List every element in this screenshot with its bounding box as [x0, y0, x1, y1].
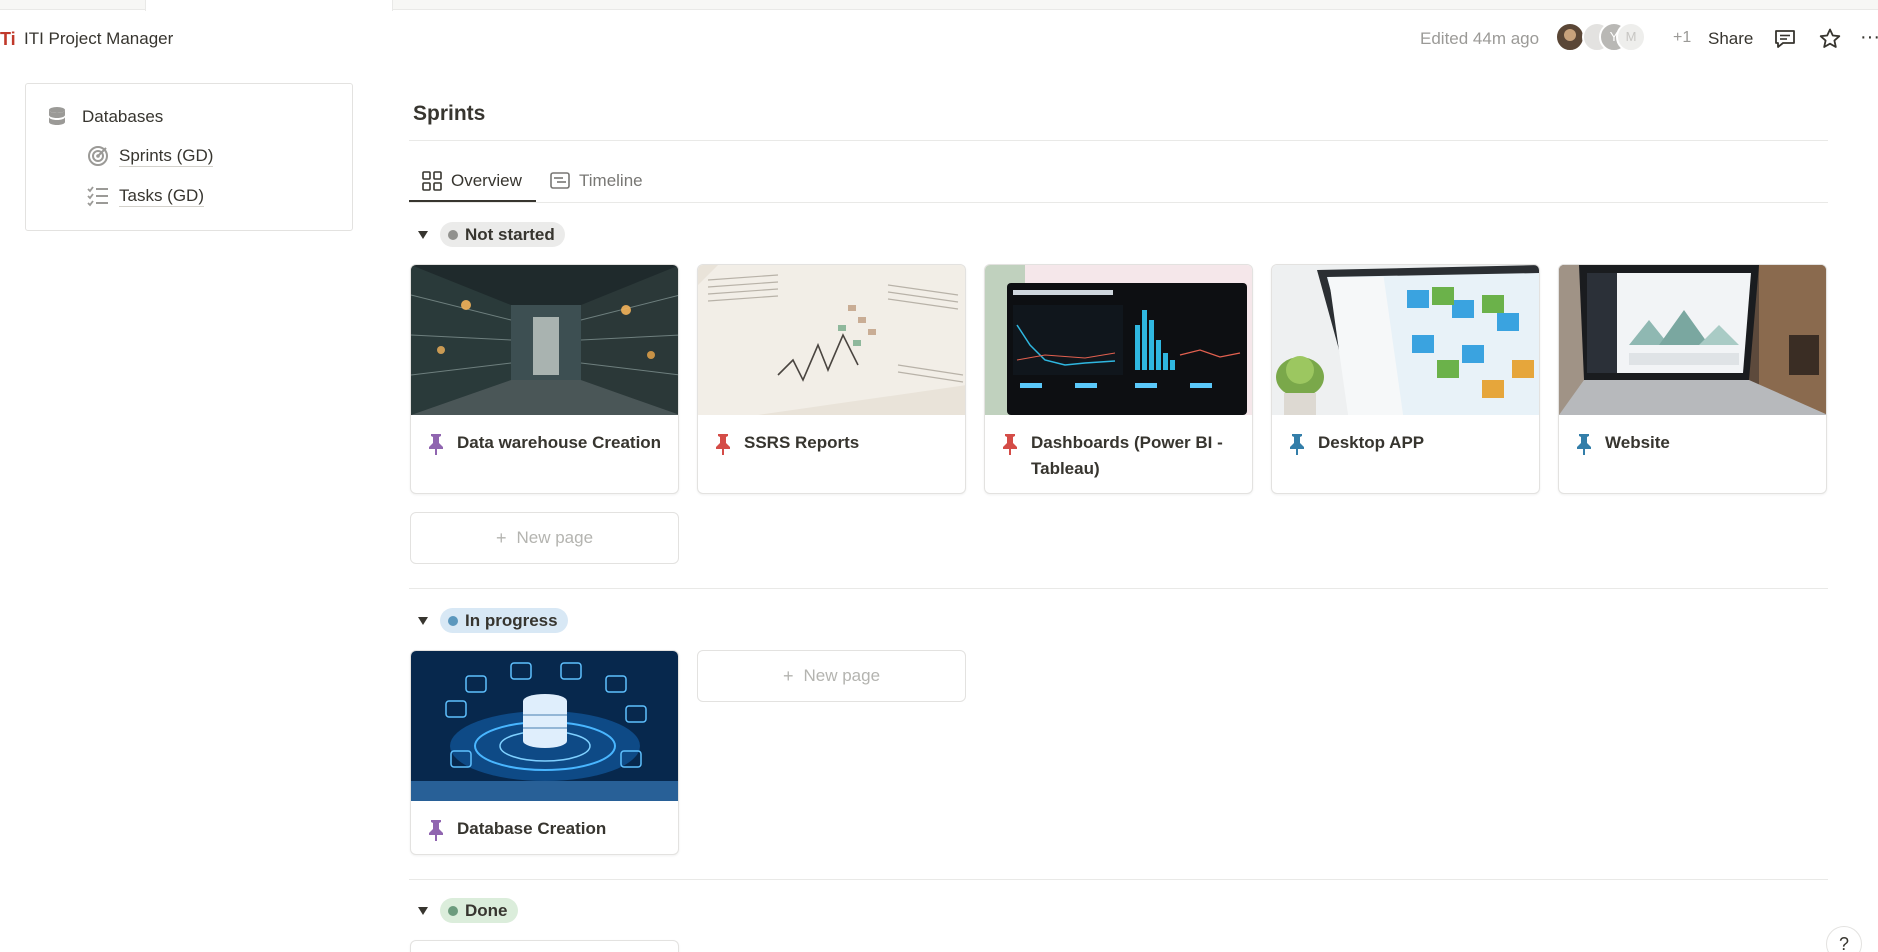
card-website[interactable]: Website: [1558, 264, 1827, 494]
divider: [409, 588, 1828, 589]
tab-timeline[interactable]: Timeline: [549, 160, 643, 202]
card-cover-image: [1272, 265, 1539, 415]
plus-icon: +: [782, 665, 794, 686]
star-icon[interactable]: [1817, 26, 1843, 52]
card-ssrs-reports[interactable]: SSRS Reports: [697, 264, 966, 494]
card-title-text: Desktop APP: [1318, 433, 1425, 452]
pushpin-icon: [1577, 434, 1591, 455]
pushpin-icon: [1290, 434, 1304, 455]
pushpin-icon: [716, 434, 730, 455]
status-label: Done: [465, 900, 508, 920]
avatar[interactable]: M: [1616, 22, 1646, 52]
card-data-warehouse-creation[interactable]: Data warehouse Creation: [410, 264, 679, 494]
new-page-button[interactable]: + New page: [410, 512, 679, 564]
card-title-text: Database Creation: [457, 819, 607, 838]
card-cover-image: [411, 265, 678, 415]
card-done-partial[interactable]: [410, 940, 679, 952]
group-header-done[interactable]: Done: [416, 898, 518, 923]
card-title: Website: [1559, 415, 1826, 468]
timeline-icon: [550, 172, 570, 189]
card-title: Database Creation: [411, 801, 678, 854]
help-button[interactable]: ?: [1826, 926, 1862, 952]
gallery-icon: [422, 171, 442, 191]
checklist-icon: [87, 186, 108, 207]
extra-collaborators-count[interactable]: +1: [1673, 29, 1691, 47]
new-page-button[interactable]: + New page: [697, 650, 966, 702]
card-title: Dashboards (Power BI - Tableau): [985, 415, 1252, 493]
group-header-in-progress[interactable]: In progress: [416, 608, 568, 633]
card-title-text: SSRS Reports: [744, 433, 860, 452]
pushpin-icon: [429, 820, 443, 841]
collapse-toggle-icon[interactable]: [416, 904, 430, 918]
card-cover-image: [411, 651, 678, 801]
card-cover-image: [1559, 265, 1826, 415]
divider: [409, 140, 1828, 141]
new-page-label: New page: [803, 666, 881, 685]
avatar[interactable]: [1555, 22, 1585, 52]
pushpin-icon: [1003, 434, 1017, 455]
plus-icon: +: [495, 527, 507, 548]
status-label: In progress: [465, 610, 558, 630]
status-dot: [448, 615, 458, 626]
status-dot: [448, 229, 458, 240]
sidebar-item-label: Sprints (GD): [119, 145, 214, 167]
database-icon: [49, 107, 65, 125]
view-tabs: Overview Timeline: [409, 160, 1828, 202]
collaborator-avatars[interactable]: Y M: [1555, 22, 1665, 52]
share-button[interactable]: Share: [1708, 29, 1753, 49]
active-browser-tab[interactable]: [145, 0, 393, 11]
sidebar-item-sprints[interactable]: Sprints (GD): [86, 144, 214, 168]
breadcrumb-title[interactable]: ITI Project Manager: [24, 29, 173, 49]
card-title-text: Dashboards (Power BI - Tableau): [1031, 433, 1223, 478]
card-dashboards[interactable]: Dashboards (Power BI - Tableau): [984, 264, 1253, 494]
status-badge: Not started: [440, 222, 565, 247]
status-badge: Done: [440, 898, 518, 923]
sidebar-item-tasks[interactable]: Tasks (GD): [86, 184, 204, 208]
card-cover-image: [698, 265, 965, 415]
status-dot: [448, 905, 458, 916]
pushpin-icon: [429, 434, 443, 455]
card-title: Data warehouse Creation: [411, 415, 678, 468]
page-title[interactable]: Sprints: [413, 102, 485, 126]
new-page-label: New page: [516, 528, 594, 547]
target-icon: [88, 146, 108, 166]
card-title: SSRS Reports: [698, 415, 965, 468]
tab-label: Overview: [451, 171, 522, 190]
more-options-icon[interactable]: ···: [1860, 26, 1878, 52]
databases-label: Databases: [82, 107, 164, 126]
tab-overview[interactable]: Overview: [421, 160, 522, 202]
collapse-toggle-icon[interactable]: [416, 614, 430, 628]
sidebar-item-label: Tasks (GD): [119, 185, 204, 207]
card-database-creation[interactable]: Database Creation: [410, 650, 679, 855]
status-badge: In progress: [440, 608, 568, 633]
collapse-toggle-icon[interactable]: [416, 228, 430, 242]
status-label: Not started: [465, 224, 555, 244]
divider: [409, 879, 1828, 880]
edited-timestamp[interactable]: Edited 44m ago: [1420, 29, 1539, 49]
browser-tab-strip: [0, 0, 1878, 11]
top-bar: Ti ITI Project Manager Edited 44m ago Y …: [0, 18, 1878, 60]
databases-heading[interactable]: Databases: [44, 104, 163, 130]
divider: [409, 202, 1828, 203]
comment-icon[interactable]: [1772, 26, 1798, 52]
card-cover-image: [985, 265, 1252, 415]
group-header-not-started[interactable]: Not started: [416, 222, 565, 247]
card-title-text: Website: [1605, 433, 1670, 452]
card-desktop-app[interactable]: Desktop APP: [1271, 264, 1540, 494]
card-title: Desktop APP: [1272, 415, 1539, 468]
tab-label: Timeline: [579, 171, 643, 190]
help-icon: ?: [1838, 933, 1849, 952]
card-title-text: Data warehouse Creation: [457, 433, 662, 452]
app-logo: Ti: [0, 29, 16, 49]
databases-panel: Databases Sprints (GD) Tasks (GD): [25, 83, 353, 231]
